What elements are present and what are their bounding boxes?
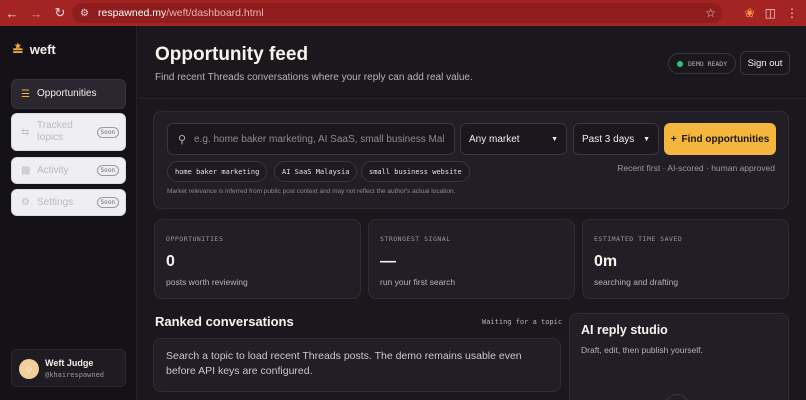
stat-caption: posts worth reviewing [166, 277, 248, 287]
stat-value: 0m [594, 253, 618, 270]
browser-toolbar: ← → ↻ ⚙ respawned.my/weft/dashboard.html… [0, 0, 806, 26]
stat-label: ESTIMATED TIME SAVED [594, 235, 683, 243]
timeframe-select-value: Past 3 days [582, 133, 635, 145]
timeframe-select[interactable]: Past 3 days ▼ [573, 123, 659, 155]
address-bar[interactable]: ⚙ respawned.my/weft/dashboard.html ☆ [72, 3, 722, 23]
weft-logo-icon: ≛ [12, 41, 24, 58]
sidebar: ≛ weft ☰ Opportunities ⇆ Tracked topics … [0, 26, 137, 400]
sidebar-item-tracked-topics[interactable]: ⇆ Tracked topics Soon [11, 113, 126, 151]
header-divider [138, 98, 806, 99]
sidebar-item-label: Settings [37, 196, 74, 208]
user-name: Weft Judge [45, 358, 94, 368]
plus-icon: + [670, 133, 677, 145]
url-path: /weft/dashboard.html [166, 7, 264, 19]
sidebar-item-settings[interactable]: ⚙ Settings Soon [11, 189, 126, 216]
browser-menu-icon[interactable]: ⋮ [786, 6, 798, 20]
back-arrow-icon[interactable]: ← [0, 0, 24, 26]
ranked-status: Waiting for a topic [482, 318, 563, 326]
sidebar-item-label: Opportunities [37, 88, 97, 99]
stat-value: 0 [166, 253, 175, 270]
relevance-disclaimer: Market relevance is inferred from public… [167, 188, 456, 195]
bar-chart-icon: ▩ [21, 165, 31, 176]
bookmark-star-icon[interactable]: ☆ [705, 6, 716, 20]
search-icon: ⚲ [178, 133, 187, 146]
avatar: ☺ [19, 359, 39, 379]
site-settings-icon[interactable]: ⚙ [80, 8, 94, 19]
status-dot-icon [677, 60, 683, 67]
stat-card-opportunities: OPPORTUNITIES 0 posts worth reviewing [154, 219, 361, 299]
sidebar-item-label: Activity [37, 164, 69, 176]
stat-value: — [380, 253, 396, 270]
suggestion-chip[interactable]: small business website [361, 161, 470, 182]
status-badge: DEMO READY [668, 53, 737, 74]
status-text: DEMO READY [688, 59, 728, 68]
suggestion-chip[interactable]: AI SaaS Malaysia [274, 161, 358, 182]
chevron-down-icon: ▼ [643, 135, 650, 143]
stat-label: OPPORTUNITIES [166, 235, 224, 243]
empty-state: Search a topic to load recent Threads po… [153, 338, 561, 392]
stat-label: STRONGEST SIGNAL [380, 235, 451, 243]
chevron-down-icon: ▼ [551, 135, 558, 143]
studio-subtitle: Draft, edit, then publish yourself. [581, 345, 703, 355]
search-field[interactable]: ⚲ [167, 123, 455, 155]
gear-icon: ⚙ [21, 197, 30, 208]
soon-badge: Soon [96, 197, 119, 208]
find-opportunities-button[interactable]: + Find opportunities [664, 123, 776, 155]
page-subtitle: Find recent Threads conversations where … [155, 72, 473, 83]
page-title: Opportunity feed [155, 44, 309, 65]
user-card[interactable]: ☺ Weft Judge @khairespawned [11, 349, 126, 387]
studio-placeholder-icon [665, 394, 689, 400]
sliders-icon: ⇆ [21, 126, 30, 138]
brand[interactable]: ≛ weft [12, 42, 56, 57]
market-select-value: Any market [469, 133, 520, 145]
extension-leaf-icon[interactable]: ❀ [745, 6, 755, 20]
reload-icon[interactable]: ↻ [48, 0, 72, 26]
url-host: respawned.my [98, 7, 167, 19]
user-handle: @khairespawned [45, 371, 105, 379]
search-panel: ⚲ Any market ▼ Past 3 days ▼ + Find oppo… [153, 111, 789, 209]
brand-name: weft [29, 42, 56, 57]
list-icon: ☰ [21, 88, 30, 100]
forward-arrow-icon[interactable]: → [24, 0, 48, 26]
main-content: Opportunity feed Find recent Threads con… [138, 26, 806, 400]
stat-caption: searching and drafting [594, 277, 679, 287]
studio-title: AI reply studio [581, 323, 668, 337]
sidebar-item-activity[interactable]: ▩ Activity Soon [11, 157, 126, 184]
sign-out-button[interactable]: Sign out [740, 51, 790, 75]
ai-reply-studio: AI reply studio Draft, edit, then publis… [569, 313, 789, 400]
stat-card-strongest-signal: STRONGEST SIGNAL — run your first search [368, 219, 575, 299]
sidebar-item-label: Tracked topics [37, 120, 73, 143]
soon-badge: Soon [96, 126, 119, 138]
soon-badge: Soon [96, 165, 119, 176]
stat-caption: run your first search [380, 277, 456, 287]
market-select[interactable]: Any market ▼ [460, 123, 567, 155]
sort-note: Recent first · AI-scored · human approve… [617, 163, 775, 173]
sidebar-item-opportunities[interactable]: ☰ Opportunities [11, 79, 126, 109]
suggestion-chip[interactable]: home baker marketing [167, 161, 268, 182]
find-opportunities-label: Find opportunities [681, 133, 770, 145]
extensions-puzzle-icon[interactable]: ◫ [765, 6, 776, 20]
ranked-conversations-title: Ranked conversations [155, 314, 294, 329]
stat-card-time-saved: ESTIMATED TIME SAVED 0m searching and dr… [582, 219, 789, 299]
search-input[interactable] [194, 133, 444, 145]
